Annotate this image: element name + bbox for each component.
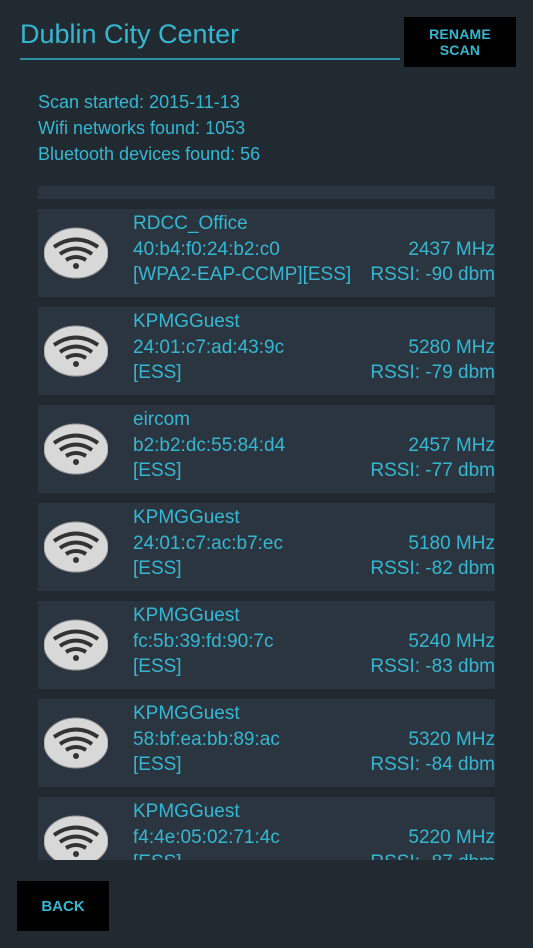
network-rssi: RSSI: -83 dbm bbox=[370, 656, 495, 677]
network-capabilities: [ESS] bbox=[133, 460, 182, 481]
network-rssi: RSSI: -77 dbm bbox=[370, 460, 495, 481]
network-frequency: 2437 MHz bbox=[408, 238, 495, 260]
network-rssi: RSSI: -79 dbm bbox=[370, 362, 495, 383]
network-bssid: 58:bf:ea:bb:89:ac bbox=[133, 728, 280, 750]
rename-scan-button[interactable]: RENAME SCAN bbox=[404, 17, 516, 67]
network-ssid: KPMGGuest bbox=[133, 801, 240, 822]
network-bssid: fc:5b:39:fd:90:7c bbox=[133, 630, 274, 652]
network-capabilities: [ESS] bbox=[133, 362, 182, 383]
network-ssid: KPMGGuest bbox=[133, 605, 240, 626]
network-row[interactable]: KPMGGuest fc:5b:39:fd:90:7c [ESS] 5240 M… bbox=[38, 601, 495, 689]
network-capabilities: [ESS] bbox=[133, 558, 182, 579]
network-bssid: 40:b4:f0:24:b2:c0 bbox=[133, 238, 280, 260]
network-capabilities: [ESS] bbox=[133, 754, 182, 775]
network-ssid: KPMGGuest bbox=[133, 507, 240, 528]
bluetooth-count-text: Bluetooth devices found: 56 bbox=[38, 144, 261, 164]
network-ssid: eircom bbox=[133, 409, 191, 430]
network-frequency: 5320 MHz bbox=[408, 728, 495, 750]
network-bssid: f4:4e:05:02:71:4c bbox=[133, 826, 280, 848]
network-row[interactable]: eircom b2:b2:dc:55:84:d4 [ESS] 2457 MHz … bbox=[38, 405, 495, 493]
network-frequency: 5240 MHz bbox=[408, 630, 495, 652]
network-rssi: RSSI: -90 dbm bbox=[370, 264, 495, 285]
wifi-icon bbox=[44, 227, 108, 279]
network-frequency: 5180 MHz bbox=[408, 532, 495, 554]
wifi-icon bbox=[44, 815, 108, 860]
wifi-icon bbox=[44, 717, 108, 769]
scan-details-screen: RENAME SCAN Scan started: 2015-11-13 Wif… bbox=[0, 0, 533, 948]
network-row[interactable]: KPMGGuest f4:4e:05:02:71:4c [ESS] 5220 M… bbox=[38, 797, 495, 860]
network-row[interactable]: KPMGGuest 58:bf:ea:bb:89:ac [ESS] 5320 M… bbox=[38, 699, 495, 787]
wifi-icon bbox=[44, 619, 108, 671]
network-rssi: RSSI: -87 dbm bbox=[370, 850, 495, 860]
network-list[interactable]: RDCC_Office 40:b4:f0:24:b2:c0 [WPA2-EAP-… bbox=[38, 186, 495, 860]
wifi-icon bbox=[44, 521, 108, 573]
network-rssi: RSSI: -82 dbm bbox=[370, 558, 495, 579]
back-button[interactable]: BACK bbox=[17, 881, 109, 931]
scan-name-field[interactable] bbox=[20, 12, 400, 60]
scan-started-text: Scan started: 2015-11-13 bbox=[38, 92, 240, 112]
list-item-partial[interactable] bbox=[38, 186, 495, 199]
wifi-count-text: Wifi networks found: 1053 bbox=[38, 118, 246, 138]
network-capabilities: [ESS] bbox=[133, 850, 280, 860]
scan-summary: Scan started: 2015-11-13 Wifi networks f… bbox=[38, 89, 260, 167]
network-bssid: b2:b2:dc:55:84:d4 bbox=[133, 434, 286, 456]
network-frequency: 5220 MHz bbox=[408, 826, 495, 848]
network-ssid: KPMGGuest bbox=[133, 703, 240, 724]
network-bssid: 24:01:c7:ad:43:9c bbox=[133, 336, 285, 358]
network-frequency: 5280 MHz bbox=[408, 336, 495, 358]
network-ssid: KPMGGuest bbox=[133, 311, 240, 332]
network-capabilities: [WPA2-EAP-CCMP][ESS] bbox=[133, 264, 352, 285]
network-bssid: 24:01:c7:ac:b7:ec bbox=[133, 532, 283, 554]
network-row[interactable]: KPMGGuest 24:01:c7:ad:43:9c [ESS] 5280 M… bbox=[38, 307, 495, 395]
wifi-icon bbox=[44, 325, 108, 377]
network-ssid: RDCC_Office bbox=[133, 213, 248, 234]
network-row[interactable]: KPMGGuest 24:01:c7:ac:b7:ec [ESS] 5180 M… bbox=[38, 503, 495, 591]
network-frequency: 2457 MHz bbox=[408, 434, 495, 456]
network-capabilities: [ESS] bbox=[133, 656, 182, 677]
scan-name-input[interactable] bbox=[20, 12, 400, 56]
network-row[interactable]: RDCC_Office 40:b4:f0:24:b2:c0 [WPA2-EAP-… bbox=[38, 209, 495, 297]
network-rssi: RSSI: -84 dbm bbox=[370, 754, 495, 775]
wifi-icon bbox=[44, 423, 108, 475]
